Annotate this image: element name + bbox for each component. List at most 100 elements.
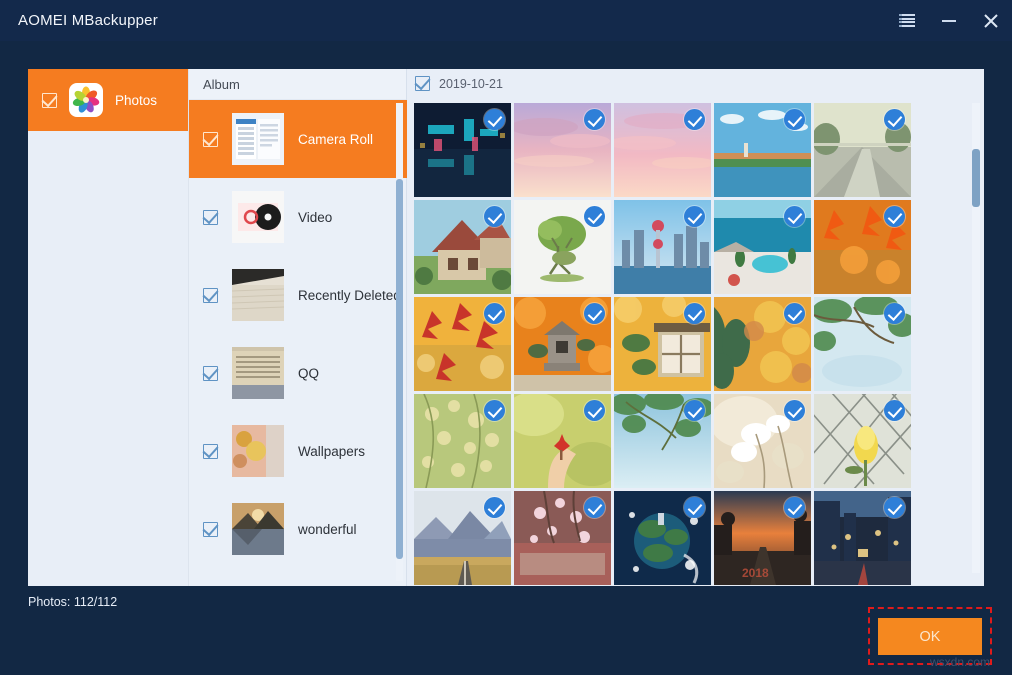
grid-scrollbar-thumb[interactable] <box>972 149 980 207</box>
selected-badge[interactable] <box>784 303 805 324</box>
album-checkbox[interactable] <box>203 288 218 303</box>
selected-badge[interactable] <box>684 400 705 421</box>
title-bar: AOMEI MBackupper <box>0 0 1012 41</box>
selected-badge[interactable] <box>484 206 505 227</box>
watermark: wsxdn.com <box>930 655 990 669</box>
photo-thumbnail[interactable] <box>414 394 511 488</box>
album-item-label: Wallpapers <box>298 444 365 459</box>
album-item-label: Camera Roll <box>298 132 373 147</box>
selected-badge[interactable] <box>584 303 605 324</box>
status-text: Photos: 112/112 <box>28 595 117 609</box>
selected-badge[interactable] <box>484 109 505 130</box>
album-header: Album <box>189 69 406 100</box>
photo-thumbnail[interactable] <box>514 200 611 294</box>
album-thumbnail <box>232 269 284 321</box>
photo-thumbnail[interactable] <box>614 103 711 197</box>
selected-badge[interactable] <box>484 303 505 324</box>
album-item-wonderful[interactable]: wonderful <box>189 490 407 568</box>
album-item-label: wonderful <box>298 522 357 537</box>
album-checkbox[interactable] <box>203 366 218 381</box>
album-item-recently-deleted[interactable]: Recently Deleted <box>189 256 407 334</box>
minimize-button[interactable] <box>928 0 970 41</box>
selected-badge[interactable] <box>884 109 905 130</box>
photo-thumbnail[interactable] <box>414 491 511 585</box>
selected-badge[interactable] <box>584 497 605 518</box>
photo-thumbnail[interactable] <box>814 297 911 391</box>
selected-badge[interactable] <box>784 109 805 130</box>
album-item-camera-roll[interactable]: Camera Roll <box>189 100 407 178</box>
selected-badge[interactable] <box>684 303 705 324</box>
photo-thumbnail[interactable] <box>714 297 811 391</box>
photo-thumbnail[interactable] <box>514 491 611 585</box>
album-item-wallpapers[interactable]: Wallpapers <box>189 412 407 490</box>
selected-badge[interactable] <box>584 109 605 130</box>
album-thumbnail <box>232 347 284 399</box>
photo-thumbnail[interactable] <box>814 491 911 585</box>
album-scrollbar-thumb[interactable] <box>396 179 403 559</box>
album-checkbox[interactable] <box>203 522 218 537</box>
selected-badge[interactable] <box>784 497 805 518</box>
selected-badge[interactable] <box>884 206 905 227</box>
photo-thumbnail[interactable] <box>714 394 811 488</box>
album-item-qq[interactable]: QQ <box>189 334 407 412</box>
album-checkbox[interactable] <box>203 444 218 459</box>
album-thumbnail <box>232 113 284 165</box>
date-group-label: 2019-10-21 <box>439 77 503 91</box>
album-item-label: QQ <box>298 366 319 381</box>
album-thumbnail <box>232 191 284 243</box>
photo-thumbnail[interactable] <box>614 200 711 294</box>
photo-thumbnail[interactable] <box>814 200 911 294</box>
photo-thumbnail[interactable] <box>414 200 511 294</box>
photo-grid: 2018 <box>407 98 984 585</box>
photos-checkbox[interactable] <box>42 93 57 108</box>
sidebar-item-photos[interactable]: Photos <box>28 69 188 131</box>
photos-app-icon <box>69 83 103 117</box>
photo-thumbnail[interactable] <box>414 103 511 197</box>
album-thumbnail <box>232 425 284 477</box>
selected-badge[interactable] <box>584 400 605 421</box>
selected-badge[interactable] <box>884 303 905 324</box>
selected-badge[interactable] <box>784 400 805 421</box>
close-icon <box>983 13 999 29</box>
content-area: Photos Album Camera Roll <box>28 69 984 586</box>
selected-badge[interactable] <box>684 109 705 130</box>
photo-thumbnail[interactable] <box>714 200 811 294</box>
photo-thumbnail[interactable] <box>814 394 911 488</box>
photo-thumbnail[interactable] <box>614 491 711 585</box>
photo-thumbnail[interactable] <box>814 103 911 197</box>
photo-thumbnail[interactable] <box>514 297 611 391</box>
menu-list-button[interactable] <box>886 0 928 41</box>
svg-text:2018: 2018 <box>742 566 769 580</box>
selected-badge[interactable] <box>484 497 505 518</box>
album-checkbox[interactable] <box>203 132 218 147</box>
ok-button[interactable]: OK <box>878 618 982 655</box>
close-button[interactable] <box>970 0 1012 41</box>
selected-badge[interactable] <box>884 400 905 421</box>
selected-badge[interactable] <box>884 497 905 518</box>
photo-thumbnail[interactable] <box>614 394 711 488</box>
date-group-header: 2019-10-21 <box>407 69 984 98</box>
selected-badge[interactable] <box>784 206 805 227</box>
album-item-video[interactable]: Video <box>189 178 407 256</box>
photo-thumbnail[interactable] <box>614 297 711 391</box>
selected-badge[interactable] <box>684 206 705 227</box>
selected-badge[interactable] <box>684 497 705 518</box>
selected-badge[interactable] <box>484 400 505 421</box>
photo-thumbnail[interactable] <box>514 394 611 488</box>
photo-thumbnail[interactable] <box>714 103 811 197</box>
album-item-label: Video <box>298 210 332 225</box>
album-list[interactable]: Camera Roll Video Recently Deleted <box>189 100 407 586</box>
photo-thumbnail[interactable]: 2018 <box>714 491 811 585</box>
sidebar-item-label: Photos <box>115 93 157 108</box>
photo-grid-column: 2019-10-21 <box>407 69 984 586</box>
album-column: Album Camera Roll Video <box>189 69 407 586</box>
selected-badge[interactable] <box>584 206 605 227</box>
source-column: Photos <box>28 69 189 586</box>
photo-grid-scroll[interactable]: 2018 <box>407 98 984 586</box>
photo-thumbnail[interactable] <box>514 103 611 197</box>
album-checkbox[interactable] <box>203 210 218 225</box>
photo-thumbnail[interactable] <box>414 297 511 391</box>
album-item-label: Recently Deleted <box>298 288 401 303</box>
date-group-checkbox[interactable] <box>415 76 430 91</box>
window-title: AOMEI MBackupper <box>18 12 158 29</box>
